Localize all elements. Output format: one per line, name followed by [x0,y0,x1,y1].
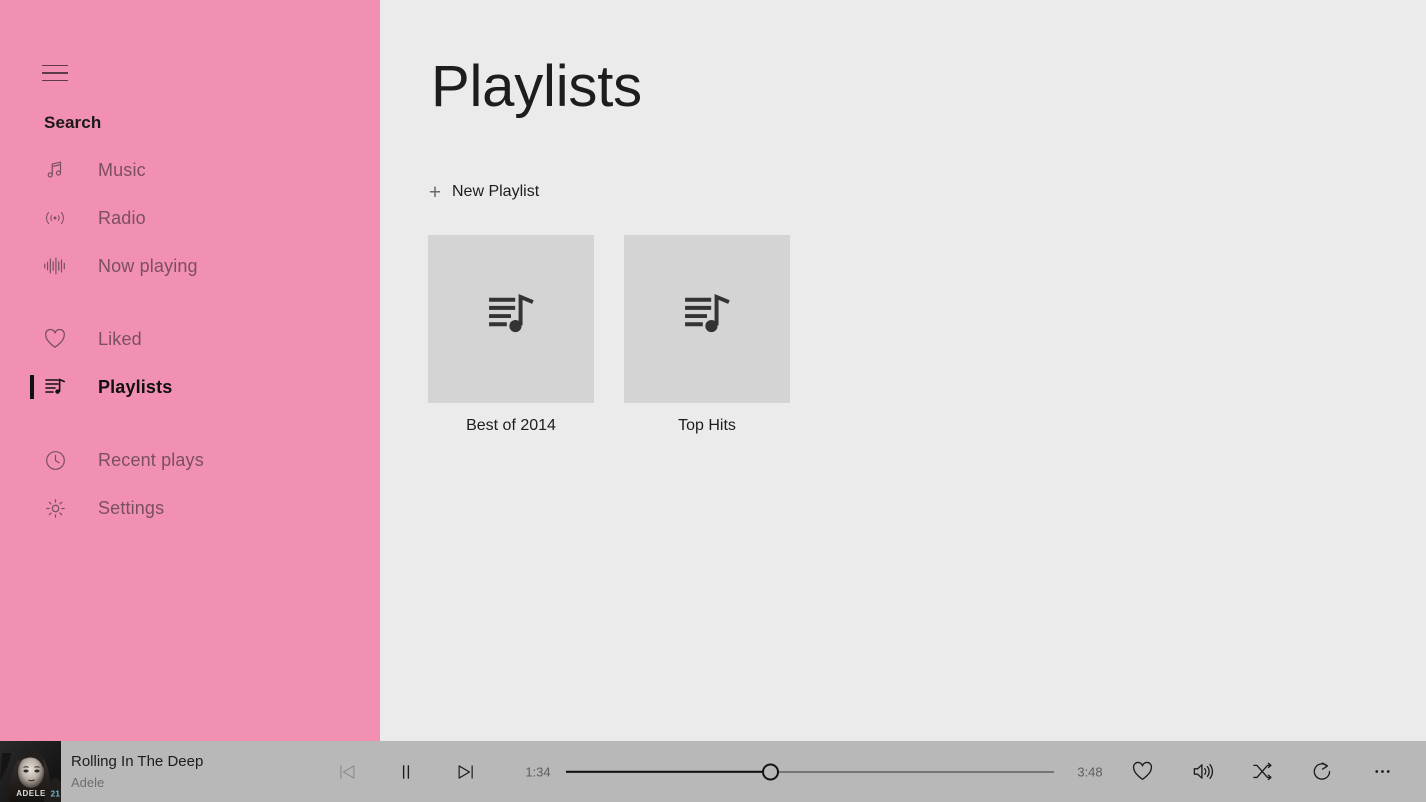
new-playlist-label: New Playlist [452,183,539,201]
sidebar-item-liked[interactable]: Liked [0,315,380,363]
sidebar-item-label: Settings [98,498,164,519]
player-bar: ADELE 21 Rolling In The Deep Adele [0,741,1426,802]
sidebar-item-search[interactable]: Search [0,108,380,138]
sidebar-item-now-playing[interactable]: Now playing [0,242,380,290]
svg-text:21: 21 [51,789,61,799]
sidebar-item-label: Radio [98,208,146,229]
repeat-icon[interactable] [1292,741,1352,802]
adele-21-album-cover: ADELE 21 [0,741,61,802]
progress-slider[interactable] [566,763,1054,781]
volume-icon[interactable] [1172,741,1232,802]
hamburger-line [42,72,68,74]
navigation-sidebar: Search Music [0,0,380,741]
music-note-icon [40,155,70,185]
active-indicator [30,375,34,399]
sidebar-item-settings[interactable]: Settings [0,484,380,532]
shuffle-icon[interactable] [1232,741,1292,802]
album-art-thumbnail[interactable]: ADELE 21 [0,741,61,802]
new-playlist-button[interactable]: + New Playlist [428,178,539,206]
music-app-window: Search Music [0,0,1426,802]
sidebar-item-label: Playlists [98,377,172,398]
playlist-card[interactable]: Best of 2014 [428,235,594,435]
sidebar-group-library: Music Radio [0,146,380,290]
clock-icon [40,445,70,475]
elapsed-time: 1:34 [518,764,558,779]
track-info: Rolling In The Deep Adele [71,751,203,793]
sidebar-group-system: Recent plays Settings [0,436,380,532]
total-time: 3:48 [1070,764,1110,779]
playlist-grid: Best of 2014 Top Hits [428,235,790,435]
pause-icon[interactable] [392,758,420,786]
playlist-icon [483,289,539,350]
sidebar-item-radio[interactable]: Radio [0,194,380,242]
sidebar-item-music[interactable]: Music [0,146,380,194]
playlist-card[interactable]: Top Hits [624,235,790,435]
sidebar-item-label: Liked [98,329,142,350]
sidebar-item-label: Recent plays [98,450,204,471]
plus-icon: + [428,182,442,203]
sidebar-item-playlists[interactable]: Playlists [0,363,380,411]
gear-icon [40,493,70,523]
search-label: Search [44,113,101,133]
sidebar-group-collections: Liked Playlists [0,315,380,411]
player-actions [1112,741,1412,802]
heart-icon [40,324,70,354]
sidebar-item-label: Now playing [98,256,198,277]
main-content-area: Playlists + New Playlist Best of 2014 [380,0,1426,741]
previous-track-icon[interactable] [333,758,361,786]
svg-text:ADELE: ADELE [16,789,46,798]
ellipsis-icon[interactable] [1352,741,1412,802]
radio-waves-icon [40,203,70,233]
hamburger-menu-icon[interactable] [42,59,70,87]
playlist-icon [679,289,735,350]
heart-icon[interactable] [1112,741,1172,802]
track-title: Rolling In The Deep [71,751,203,772]
playlist-icon [40,372,70,402]
progress-thumb[interactable] [762,763,779,780]
playlist-thumbnail[interactable] [624,235,790,403]
sidebar-item-label: Music [98,160,146,181]
next-track-icon[interactable] [452,758,480,786]
sidebar-item-recent-plays[interactable]: Recent plays [0,436,380,484]
page-title: Playlists [431,58,642,116]
hamburger-line [42,80,68,82]
playlist-name: Best of 2014 [428,417,594,435]
playlist-thumbnail[interactable] [428,235,594,403]
hamburger-line [42,65,68,67]
playlist-name: Top Hits [624,417,790,435]
progress-fill [566,770,771,773]
equalizer-icon [40,251,70,281]
track-artist: Adele [71,773,203,793]
